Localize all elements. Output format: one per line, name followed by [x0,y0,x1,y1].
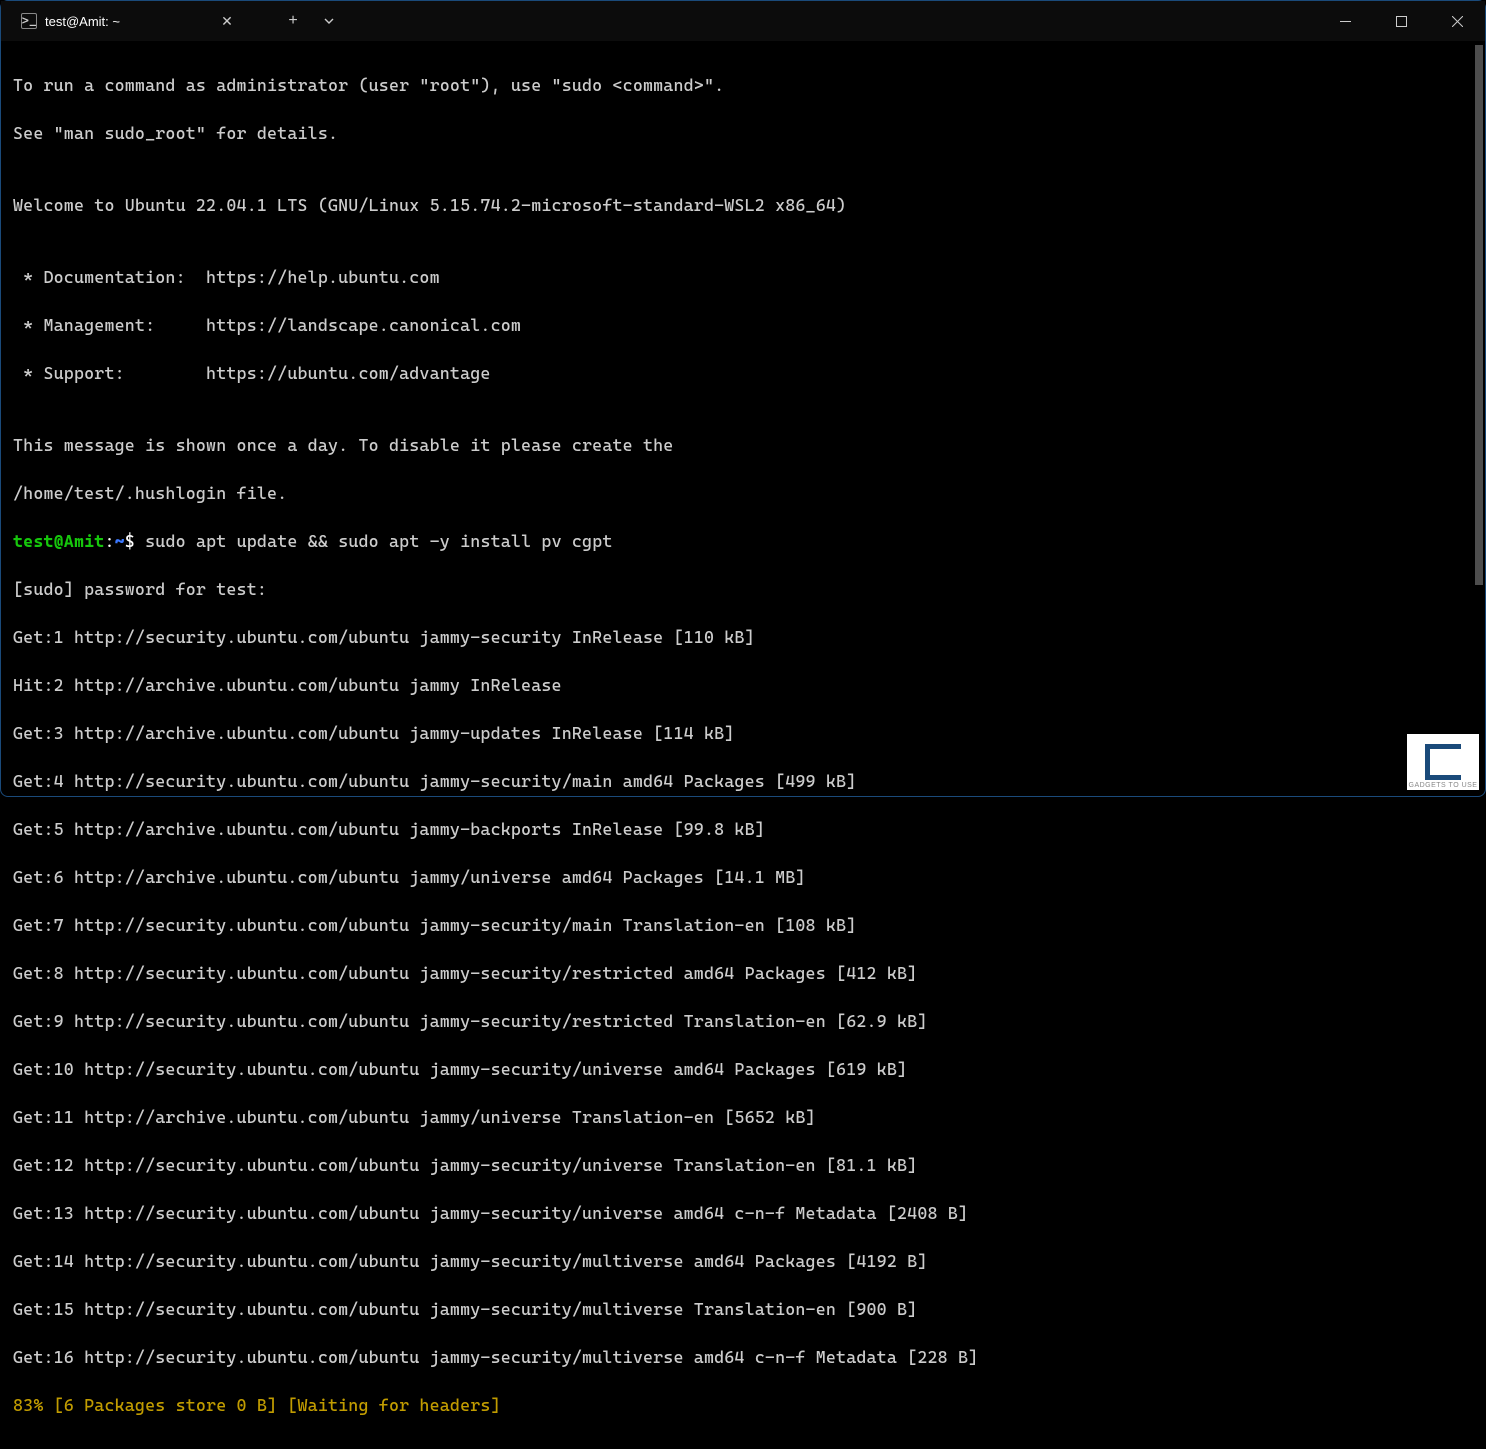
motd-line: To run a command as administrator (user … [13,73,1473,97]
apt-line: Get:5 http://archive.ubuntu.com/ubuntu j… [13,817,1473,841]
window-controls [1317,1,1485,41]
sudo-password-prompt: [sudo] password for test: [13,577,1473,601]
prompt-path: ~ [115,531,125,551]
apt-line: Get:15 http://security.ubuntu.com/ubuntu… [13,1297,1473,1321]
tab-terminal[interactable]: >_ test@Amit: ~ ✕ [9,1,249,41]
apt-line: Get:7 http://security.ubuntu.com/ubuntu … [13,913,1473,937]
tab-title: test@Amit: ~ [45,14,209,29]
close-icon [1452,16,1463,27]
motd-support: * Support: https://ubuntu.com/advantage [13,361,1473,385]
apt-line: Get:9 http://security.ubuntu.com/ubuntu … [13,1009,1473,1033]
prompt-user: test@Amit [13,531,104,551]
apt-line: Hit:2 http://archive.ubuntu.com/ubuntu j… [13,673,1473,697]
apt-line: Get:6 http://archive.ubuntu.com/ubuntu j… [13,865,1473,889]
apt-progress: 83% [6 Packages store 0 B] [Waiting for … [13,1393,1473,1417]
close-button[interactable] [1429,1,1485,41]
maximize-button[interactable] [1373,1,1429,41]
terminal-icon: >_ [21,13,37,29]
motd-mgmt: * Management: https://landscape.canonica… [13,313,1473,337]
watermark-logo: GADGETS TO USE [1407,734,1479,790]
apt-line: Get:16 http://security.ubuntu.com/ubuntu… [13,1345,1473,1369]
motd-once2: /home/test/.hushlogin file. [13,481,1473,505]
minimize-icon [1340,16,1351,27]
new-tab-button[interactable]: + [277,5,309,37]
watermark-text: GADGETS TO USE [1407,782,1479,789]
motd-once1: This message is shown once a day. To dis… [13,433,1473,457]
tab-dropdown-button[interactable] [313,5,345,37]
apt-line: Get:13 http://security.ubuntu.com/ubuntu… [13,1201,1473,1225]
apt-line: Get:8 http://security.ubuntu.com/ubuntu … [13,961,1473,985]
prompt-colon: : [104,531,114,551]
motd-welcome: Welcome to Ubuntu 22.04.1 LTS (GNU/Linux… [13,193,1473,217]
apt-line: Get:11 http://archive.ubuntu.com/ubuntu … [13,1105,1473,1129]
motd-line: See "man sudo_root" for details. [13,121,1473,145]
motd-doc: * Documentation: https://help.ubuntu.com [13,265,1473,289]
apt-line: Get:1 http://security.ubuntu.com/ubuntu … [13,625,1473,649]
apt-line: Get:4 http://security.ubuntu.com/ubuntu … [13,769,1473,793]
prompt-line: test@Amit:~$ sudo apt update && sudo apt… [13,529,1473,553]
scrollbar[interactable] [1475,45,1483,792]
command-text: sudo apt update && sudo apt -y install p… [145,531,612,551]
titlebar: >_ test@Amit: ~ ✕ + [1,1,1485,41]
scrollbar-thumb[interactable] [1475,45,1483,585]
chevron-down-icon [324,18,334,24]
maximize-icon [1396,16,1407,27]
apt-line: Get:3 http://archive.ubuntu.com/ubuntu j… [13,721,1473,745]
apt-line: Get:12 http://security.ubuntu.com/ubuntu… [13,1153,1473,1177]
prompt-symbol: $ [125,531,135,551]
apt-line: Get:10 http://security.ubuntu.com/ubuntu… [13,1057,1473,1081]
command-text [135,531,145,551]
terminal-output[interactable]: To run a command as administrator (user … [1,41,1485,1449]
tab-close-button[interactable]: ✕ [217,11,237,31]
minimize-button[interactable] [1317,1,1373,41]
apt-line: Get:14 http://security.ubuntu.com/ubuntu… [13,1249,1473,1273]
